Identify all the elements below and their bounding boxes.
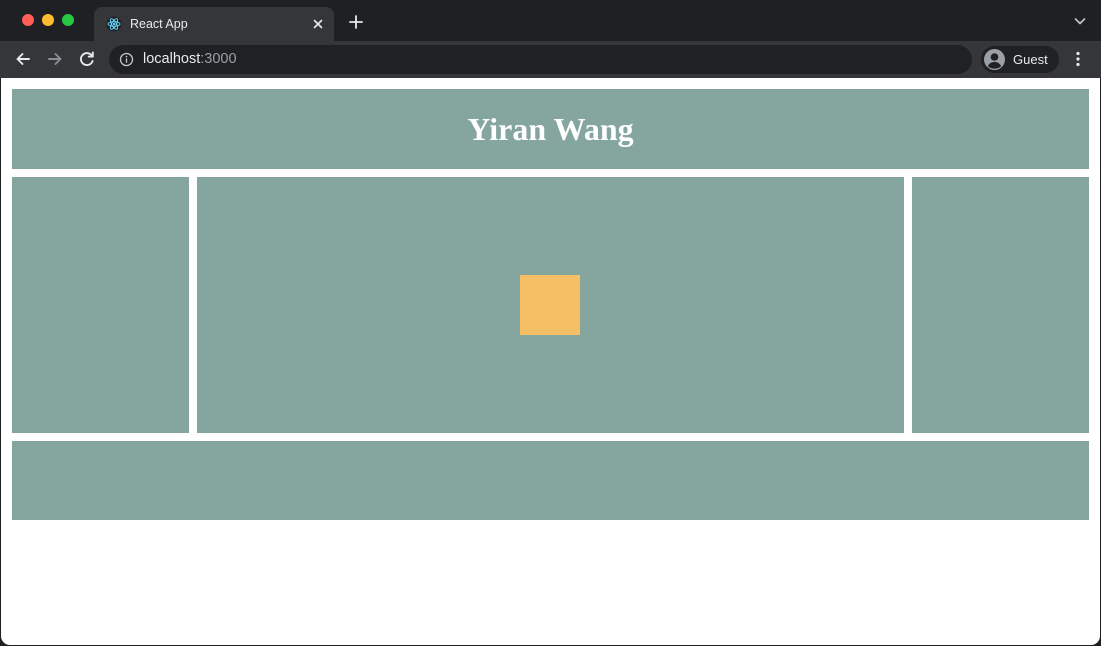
- orange-square: [520, 275, 580, 335]
- page-title: Yiran Wang: [467, 111, 634, 147]
- tab-title: React App: [130, 17, 188, 31]
- minimize-window-button[interactable]: [42, 14, 54, 26]
- browser-window: React App localhost:3000 Guest Yiran Wan…: [0, 0, 1101, 646]
- footer-panel: [12, 441, 1089, 520]
- plus-icon[interactable]: [346, 12, 366, 32]
- tab-strip: React App: [0, 0, 1101, 41]
- header-panel: Yiran Wang: [12, 89, 1089, 169]
- main-content-panel: [197, 177, 904, 433]
- url-port: :3000: [200, 51, 237, 67]
- reload-icon[interactable]: [77, 49, 97, 69]
- avatar-icon: [983, 48, 1006, 71]
- info-icon[interactable]: [119, 52, 134, 67]
- url-text[interactable]: localhost:3000: [143, 51, 237, 68]
- page-viewport: Yiran Wang: [1, 78, 1100, 645]
- right-sidebar-panel: [912, 177, 1089, 433]
- forward-arrow-icon[interactable]: [45, 49, 65, 69]
- chevron-down-icon[interactable]: [1073, 14, 1087, 28]
- profile-label: Guest: [1013, 52, 1048, 67]
- close-icon[interactable]: [310, 16, 326, 32]
- browser-toolbar: localhost:3000 Guest: [0, 41, 1101, 78]
- left-sidebar-panel: [12, 177, 189, 433]
- url-host: localhost: [143, 51, 201, 67]
- kebab-menu-icon[interactable]: [1070, 49, 1086, 69]
- profile-button[interactable]: Guest: [981, 46, 1059, 73]
- back-arrow-icon[interactable]: [13, 49, 33, 69]
- address-bar[interactable]: localhost:3000: [109, 45, 972, 74]
- react-logo-icon: [106, 16, 122, 32]
- close-window-button[interactable]: [22, 14, 34, 26]
- tab-react-app[interactable]: React App: [94, 7, 334, 41]
- maximize-window-button[interactable]: [62, 14, 74, 26]
